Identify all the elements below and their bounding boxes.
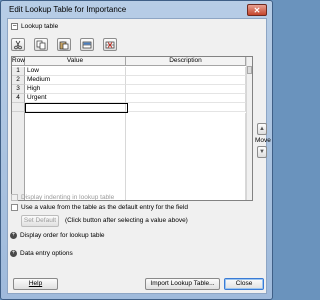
- display-indenting-checkbox[interactable]: [11, 194, 18, 201]
- active-cell-editor[interactable]: [25, 103, 128, 113]
- row-number: 4: [12, 94, 25, 103]
- table-row[interactable]: 1 Low: [12, 67, 252, 76]
- row-number: [12, 103, 25, 112]
- grid-header: Row Value Description: [12, 57, 252, 66]
- grid-vertical-scrollbar[interactable]: [246, 57, 252, 200]
- copy-button[interactable]: [34, 38, 48, 51]
- column-header-value[interactable]: Value: [25, 57, 126, 66]
- lookup-table-label: Lookup table: [21, 23, 59, 30]
- description-cell[interactable]: [126, 76, 246, 85]
- paste-button[interactable]: [57, 38, 71, 51]
- row-number: 1: [12, 67, 25, 76]
- display-order-label[interactable]: Display order for lookup table: [20, 232, 105, 239]
- set-default-button[interactable]: Set Default: [21, 215, 59, 227]
- collapse-lookup-table-toggle[interactable]: −: [11, 23, 18, 30]
- move-label: Move: [255, 137, 271, 144]
- lookup-values-grid[interactable]: Row Value Description 1 Low 2 Medium 3 H…: [11, 56, 253, 201]
- table-row[interactable]: [12, 103, 252, 113]
- row-number: 3: [12, 85, 25, 94]
- arrow-up-icon: ▲: [259, 126, 265, 132]
- display-indenting-label: Display indenting in lookup table: [21, 194, 115, 201]
- description-cell[interactable]: [126, 85, 246, 94]
- value-cell[interactable]: High: [25, 85, 126, 94]
- description-cell[interactable]: [126, 67, 246, 76]
- row-number-column: [12, 112, 25, 200]
- table-row[interactable]: 4 Urgent: [12, 94, 252, 103]
- close-window-button[interactable]: ✕: [247, 4, 267, 16]
- use-default-checkbox[interactable]: [11, 204, 18, 211]
- column-header-row[interactable]: Row: [12, 57, 25, 66]
- column-divider: [125, 113, 126, 200]
- value-cell[interactable]: Low: [25, 67, 126, 76]
- data-entry-options-label[interactable]: Data entry options: [20, 250, 73, 257]
- window-title: Edit Lookup Table for Importance: [9, 5, 127, 14]
- expand-display-order-icon[interactable]: +: [10, 232, 17, 239]
- cut-button[interactable]: [11, 38, 25, 51]
- dialog-body: − Lookup table Row Value Description 1 L…: [7, 18, 271, 294]
- table-row[interactable]: 3 High: [12, 85, 252, 94]
- column-header-description[interactable]: Description: [126, 57, 246, 66]
- value-cell[interactable]: Medium: [25, 76, 126, 85]
- expand-data-entry-icon[interactable]: +: [10, 250, 17, 257]
- use-default-label: Use a value from the table as the defaul…: [21, 204, 188, 211]
- title-bar[interactable]: Edit Lookup Table for Importance ✕: [3, 3, 270, 17]
- move-down-button[interactable]: ▼: [257, 146, 267, 158]
- import-lookup-table-button[interactable]: Import Lookup Table...: [145, 278, 220, 290]
- move-up-button[interactable]: ▲: [257, 123, 267, 135]
- scrollbar-thumb[interactable]: [247, 66, 252, 74]
- edit-lookup-table-dialog: Edit Lookup Table for Importance ✕ − Loo…: [0, 0, 273, 300]
- help-button-label: Help: [28, 280, 43, 287]
- description-cell[interactable]: [126, 94, 246, 103]
- description-cell[interactable]: [126, 103, 246, 112]
- close-button[interactable]: Close: [224, 278, 264, 290]
- insert-row-button[interactable]: [80, 38, 94, 51]
- table-row[interactable]: 2 Medium: [12, 76, 252, 85]
- help-button[interactable]: Help: [13, 278, 58, 290]
- value-cell[interactable]: Urgent: [25, 94, 126, 103]
- row-number: 2: [12, 76, 25, 85]
- arrow-down-icon: ▼: [259, 149, 265, 155]
- set-default-hint: (Click button after selecting a value ab…: [65, 217, 188, 224]
- delete-row-button[interactable]: [103, 38, 117, 51]
